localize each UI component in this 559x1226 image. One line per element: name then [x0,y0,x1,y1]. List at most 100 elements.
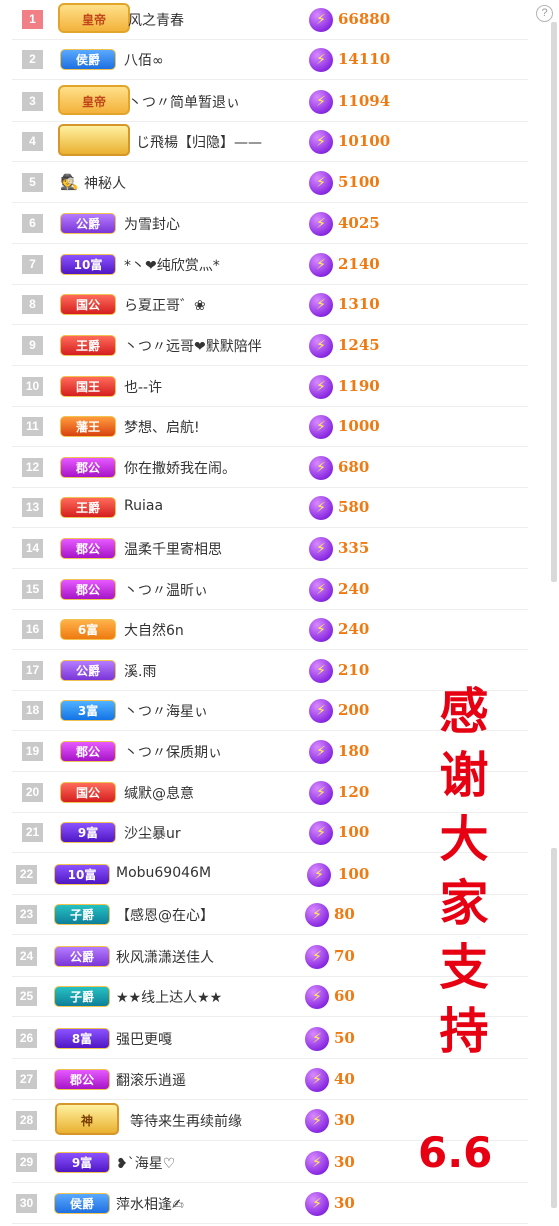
user-name[interactable]: 等待来生再续前缘 [130,1111,242,1131]
score-value: 200 [338,701,370,719]
ranking-row[interactable]: 5 🕵 神秘人 ⚡ 5100 [0,163,540,203]
rank-number: 18 [22,701,43,720]
ranking-row[interactable]: 27 郡公 翻滚乐逍遥 ⚡ 40 [0,1060,540,1100]
lightning-coin-icon: ⚡ [305,1027,329,1051]
score-value: 680 [338,458,370,476]
user-name[interactable]: 大自然6n [124,620,184,640]
user-name[interactable]: 溪.雨 [124,661,156,681]
user-name[interactable]: 沙尘暴ur [124,823,181,843]
score-value: 180 [338,742,370,760]
user-name[interactable]: 八佰∞ [124,50,164,70]
lightning-coin-icon: ⚡ [305,1068,329,1092]
ranking-row[interactable]: 11 藩王 梦想、启航! ⚡ 1000 [0,407,540,447]
rank-badge: 子爵 [54,904,110,925]
user-name[interactable]: じ飛楊【归隐】—— [136,132,262,152]
lightning-coin-icon: ⚡ [305,1109,329,1133]
lightning-coin-icon: ⚡ [309,699,333,723]
score-value: 240 [338,580,370,598]
scrollbar-thumb-top[interactable] [551,22,557,582]
ranking-row[interactable]: 2 侯爵 八佰∞ ⚡ 14110 [0,40,540,80]
user-name[interactable]: 【感恩@在心】 [116,905,214,925]
rank-number: 22 [16,865,37,884]
lightning-coin-icon: ⚡ [309,740,333,764]
lightning-coin-icon: ⚡ [305,1151,329,1175]
ranking-row[interactable]: 30 侯爵 萍水相逢✍ ⚡ 30 [0,1184,540,1224]
lightning-coin-icon: ⚡ [309,293,333,317]
user-name[interactable]: 温柔千里寄相思 [124,539,222,559]
user-name[interactable]: 你在撒娇我在闹。 [124,458,236,478]
user-name[interactable]: ❥`海星♡ [116,1153,175,1173]
rank-number: 7 [22,255,43,274]
user-name[interactable]: 梦想、启航! [124,417,200,437]
ranking-row[interactable]: 13 王爵 Ruiaa ⚡ 580 [0,488,540,528]
user-name[interactable]: 丶つ〃海星ぃ [124,701,208,721]
user-name[interactable]: 秋风潇潇送佳人 [116,947,214,967]
user-name[interactable]: 丶つ〃简单暂退ぃ [128,92,240,112]
lightning-coin-icon: ⚡ [309,253,333,277]
user-name[interactable]: *丶❤纯欣赏灬* [124,255,220,275]
user-name[interactable]: 丶つ〃保质期ぃ [124,742,222,762]
rank-badge: 王爵 [60,335,116,356]
rank-badge: 神 [55,1103,119,1135]
user-name[interactable]: 缄默@息意 [124,783,194,803]
user-name[interactable]: Ruiaa [124,498,163,514]
thanks-char: 大 [439,811,489,868]
rank-badge: 藩王 [60,416,116,437]
user-name[interactable]: 强巴更嘎 [116,1029,172,1049]
rank-number: 16 [22,620,43,639]
rank-badge: 国王 [60,376,116,397]
rank-number: 23 [16,905,37,924]
lightning-coin-icon: ⚡ [309,130,333,154]
rank-badge: 王爵 [60,497,116,518]
ranking-row[interactable]: 9 王爵 丶つ〃远哥❤默默陪伴 ⚡ 1245 [0,326,540,366]
score-value: 50 [334,1029,355,1047]
score-value: 40 [334,1070,355,1088]
ranking-row[interactable]: 16 6富 大自然6n ⚡ 240 [0,610,540,650]
ranking-row[interactable]: 7 10富 *丶❤纯欣赏灬* ⚡ 2140 [0,245,540,285]
user-name[interactable]: 神秘人 [84,173,126,193]
lightning-coin-icon: ⚡ [309,171,333,195]
ranking-row[interactable]: 4 じ飛楊【归隐】—— ⚡ 10100 [0,122,540,162]
ranking-row[interactable]: 10 国王 也--许 ⚡ 1190 [0,367,540,407]
rank-badge: 郡公 [60,579,116,600]
user-name[interactable]: 风之青春 [128,10,184,30]
lightning-coin-icon: ⚡ [305,985,329,1009]
user-name[interactable]: ★★线上达人★★ [116,987,222,1007]
user-name[interactable]: 为雪封心 [124,214,180,234]
rank-number: 1 [22,10,43,29]
user-name[interactable]: 也--许 [124,377,162,397]
ranking-row[interactable]: 15 郡公 丶つ〃温昕ぃ ⚡ 240 [0,570,540,610]
user-name[interactable]: ら夏正哥゛❀ [124,295,206,315]
score-value: 66880 [338,10,391,28]
ranking-row[interactable]: 14 郡公 温柔千里寄相思 ⚡ 335 [0,529,540,569]
lightning-coin-icon: ⚡ [309,8,333,32]
rank-badge: 8富 [54,1028,110,1049]
rank-number: 20 [22,783,43,802]
rank-badge: 3富 [60,700,116,721]
scrollbar-thumb-bottom[interactable] [551,848,557,1208]
ranking-row[interactable]: 8 国公 ら夏正哥゛❀ ⚡ 1310 [0,285,540,325]
rank-badge: 公爵 [60,213,116,234]
score-value: 30 [334,1111,355,1129]
user-name[interactable]: 丶つ〃温昕ぃ [124,580,208,600]
score-value: 120 [338,783,370,801]
ranking-row[interactable]: 3 皇帝 丶つ〃简单暂退ぃ ⚡ 11094 [0,82,540,122]
ranking-row[interactable]: 6 公爵 为雪封心 ⚡ 4025 [0,204,540,244]
rank-badge: 6富 [60,619,116,640]
user-name[interactable]: Mobu69046M [116,865,211,881]
rank-badge: 9富 [60,822,116,843]
score-value: 14110 [338,50,391,68]
lightning-coin-icon: ⚡ [305,945,329,969]
score-value: 4025 [338,214,380,232]
lightning-coin-icon: ⚡ [309,212,333,236]
ranking-row[interactable]: 1 皇帝 风之青春 ⚡ 66880 [0,0,540,40]
score-value: 100 [338,865,370,883]
ranking-row[interactable]: 12 郡公 你在撒娇我在闹。 ⚡ 680 [0,448,540,488]
user-name[interactable]: 萍水相逢✍ [116,1194,184,1214]
user-name[interactable]: 翻滚乐逍遥 [116,1070,186,1090]
rank-number: 19 [22,742,43,761]
thanks-char: 家 [439,875,489,932]
score-value: 580 [338,498,370,516]
user-name[interactable]: 丶つ〃远哥❤默默陪伴 [124,336,262,356]
rank-number: 21 [22,823,43,842]
